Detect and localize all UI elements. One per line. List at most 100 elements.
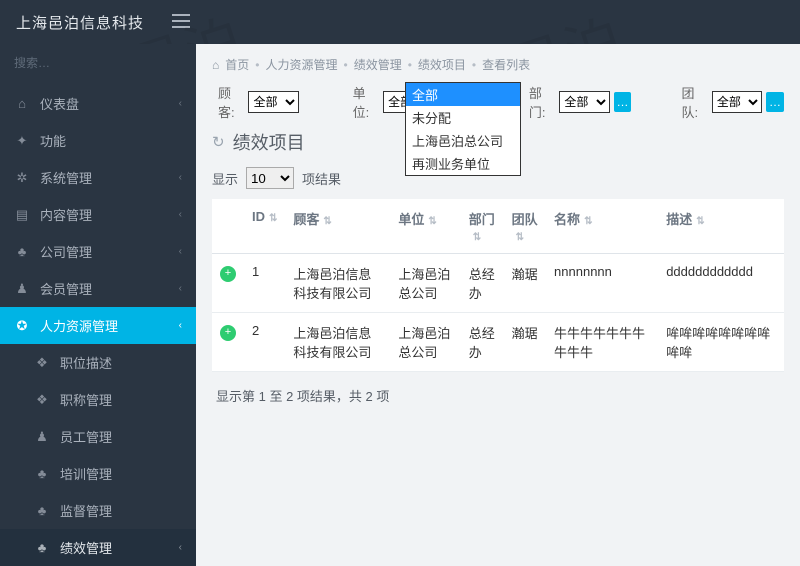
sidebar-item-label: 会员管理 (40, 279, 92, 298)
cell-name: nnnnnnnn (546, 254, 658, 313)
breadcrumb-current: 查看列表 (482, 56, 530, 73)
sitemap-icon: ♣ (14, 244, 30, 260)
unit-option-hq[interactable]: 上海邑泊总公司 (406, 129, 520, 152)
sidebar-item-label: 功能 (40, 131, 66, 150)
sidebar-item-supervision-mgmt[interactable]: ♣ 监督管理 (0, 492, 196, 529)
filter-dept-more-button[interactable]: … (614, 92, 632, 112)
sidebar-item-label: 职称管理 (60, 390, 112, 409)
breadcrumb-sep: • (408, 58, 412, 72)
cell-id: 1 (244, 254, 285, 313)
sidebar-item-label: 绩效管理 (60, 538, 112, 557)
sidebar-item-label: 培训管理 (60, 464, 112, 483)
gear-icon: ✦ (14, 133, 30, 149)
people-icon: ♟ (34, 429, 50, 445)
sidebar-item-label: 公司管理 (40, 242, 92, 261)
breadcrumb-project[interactable]: 绩效项目 (418, 56, 466, 73)
show-suffix: 项结果 (302, 169, 341, 188)
table-row[interactable]: + 1 上海邑泊信息科技有限公司 上海邑泊总公司 总经办 瀚琚 nnnnnnnn… (212, 254, 784, 313)
unit-option-retest[interactable]: 再测业务单位 (406, 152, 520, 175)
page-title: 绩效项目 (233, 129, 305, 155)
results-summary: 显示第 1 至 2 项结果，共 2 项 (216, 386, 780, 405)
sort-icon: ⇅ (516, 232, 524, 243)
filter-team-more-button[interactable]: … (766, 92, 784, 112)
sidebar-item-features[interactable]: ✦ 功能 (0, 122, 196, 159)
cogs-icon: ✲ (14, 170, 30, 186)
breadcrumb: ⌂ 首页 • 人力资源管理 • 绩效管理 • 绩效项目 • 查看列表 (212, 56, 784, 73)
breadcrumb-sep: • (343, 58, 347, 72)
sidebar-item-label: 职位描述 (60, 353, 112, 372)
sidebar-item-company[interactable]: ♣ 公司管理 ‹ (0, 233, 196, 270)
sidebar: 搜索… ⌂ 仪表盘 ‹ ✦ 功能 ✲ 系统管理 ‹ ▤ 内容管理 ‹ ♣ 公司管… (0, 44, 196, 566)
sidebar-item-dashboard[interactable]: ⌂ 仪表盘 ‹ (0, 85, 196, 122)
cell-dept: 总经办 (461, 313, 504, 372)
topbar: 上海邑泊信息科技 (0, 0, 800, 44)
sidebar-item-title-mgmt[interactable]: ❖ 职称管理 (0, 381, 196, 418)
sidebar-item-employee-mgmt[interactable]: ♟ 员工管理 (0, 418, 196, 455)
cell-desc: dddddddddddd (658, 254, 784, 313)
filter-unit-dropdown: 全部 未分配 上海邑泊总公司 再测业务单位 (405, 82, 521, 176)
col-desc[interactable]: 描述⇅ (658, 199, 784, 254)
cell-unit: 上海邑泊总公司 (390, 254, 460, 313)
cell-name: 牛牛牛牛牛牛牛牛牛牛 (546, 313, 658, 372)
filter-dept-label: 部门: (529, 83, 555, 121)
sidebar-item-performance-mgmt[interactable]: ♣ 绩效管理 ‹ (0, 529, 196, 566)
chevron-down-icon: ‹ (179, 209, 182, 220)
sidebar-item-label: 员工管理 (60, 427, 112, 446)
col-id[interactable]: ID⇅ (244, 199, 285, 254)
sidebar-item-content[interactable]: ▤ 内容管理 ‹ (0, 196, 196, 233)
file-icon: ▤ (14, 207, 30, 223)
cell-customer: 上海邑泊信息科技有限公司 (285, 254, 390, 313)
filter-dept-select[interactable]: 全部 (559, 91, 609, 113)
sidebar-item-member[interactable]: ♟ 会员管理 ‹ (0, 270, 196, 307)
table-header-row: ID⇅ 顾客⇅ 单位⇅ 部门⇅ 团队⇅ 名称⇅ 描述⇅ (212, 199, 784, 254)
sidebar-item-label: 系统管理 (40, 168, 92, 187)
expand-row-icon[interactable]: + (220, 325, 236, 341)
breadcrumb-sep: • (255, 58, 259, 72)
sort-icon: ⇅ (428, 216, 436, 227)
col-dept[interactable]: 部门⇅ (461, 199, 504, 254)
col-team[interactable]: 团队⇅ (504, 199, 546, 254)
sort-icon: ⇅ (269, 213, 277, 224)
col-name[interactable]: 名称⇅ (546, 199, 658, 254)
sort-icon: ⇅ (473, 232, 481, 243)
chart-icon: ♣ (34, 540, 50, 556)
chevron-down-icon: ‹ (179, 542, 182, 553)
col-customer[interactable]: 顾客⇅ (285, 199, 390, 254)
unit-option-all[interactable]: 全部 (406, 83, 520, 106)
breadcrumb-performance[interactable]: 绩效管理 (354, 56, 402, 73)
sidebar-item-training-mgmt[interactable]: ♣ 培训管理 (0, 455, 196, 492)
filter-team-select[interactable]: 全部 (712, 91, 762, 113)
expand-row-icon[interactable]: + (220, 266, 236, 282)
chevron-down-icon: ‹ (179, 172, 182, 183)
breadcrumb-hr[interactable]: 人力资源管理 (265, 56, 337, 73)
eye-icon: ♣ (34, 503, 50, 519)
chevron-down-icon: ‹ (179, 283, 182, 294)
results-table: ID⇅ 顾客⇅ 单位⇅ 部门⇅ 团队⇅ 名称⇅ 描述⇅ + 1 上海邑泊信息科技… (212, 199, 784, 372)
cell-team: 瀚琚 (504, 313, 546, 372)
sidebar-item-label: 内容管理 (40, 205, 92, 224)
chevron-down-icon: ‹ (179, 320, 182, 331)
col-unit[interactable]: 单位⇅ (390, 199, 460, 254)
menu-toggle-icon[interactable] (172, 14, 190, 31)
show-prefix: 显示 (212, 169, 238, 188)
filter-customer-label: 顾客: (218, 83, 244, 121)
sidebar-item-system[interactable]: ✲ 系统管理 ‹ (0, 159, 196, 196)
refresh-icon[interactable]: ↻ (212, 133, 225, 151)
filter-customer-select[interactable]: 全部 (248, 91, 298, 113)
chevron-down-icon: ‹ (179, 246, 182, 257)
cell-id: 2 (244, 313, 285, 372)
tag-icon: ❖ (34, 355, 50, 371)
brand-title: 上海邑泊信息科技 (16, 12, 144, 33)
sidebar-item-hr[interactable]: ✪ 人力资源管理 ‹ (0, 307, 196, 344)
table-row[interactable]: + 2 上海邑泊信息科技有限公司 上海邑泊总公司 总经办 瀚琚 牛牛牛牛牛牛牛牛… (212, 313, 784, 372)
page-size-select[interactable]: 10 (246, 167, 294, 189)
sidebar-item-job-desc[interactable]: ❖ 职位描述 (0, 344, 196, 381)
breadcrumb-home[interactable]: 首页 (225, 56, 249, 73)
sidebar-search[interactable]: 搜索… (0, 44, 196, 85)
unit-option-unassigned[interactable]: 未分配 (406, 106, 520, 129)
graduation-icon: ♣ (34, 466, 50, 482)
hr-icon: ✪ (14, 318, 30, 334)
home-icon: ⌂ (212, 58, 219, 72)
sidebar-hr-submenu: ❖ 职位描述 ❖ 职称管理 ♟ 员工管理 ♣ 培训管理 ♣ 监督管理 ♣ 绩效管… (0, 344, 196, 566)
filter-team-label: 团队: (681, 83, 707, 121)
